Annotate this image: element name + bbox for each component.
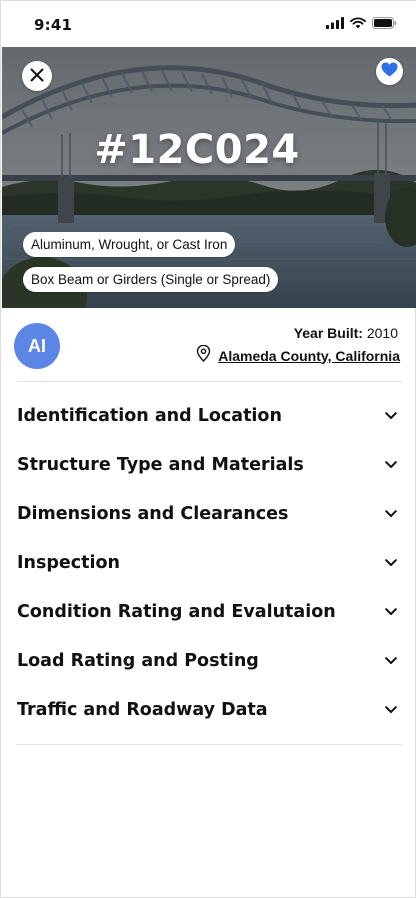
chevron-down-icon bbox=[384, 507, 398, 521]
section-label: Condition Rating and Evalutaion bbox=[17, 601, 336, 622]
section-condition-rating[interactable]: Condition Rating and Evalutaion bbox=[17, 587, 402, 636]
status-icons bbox=[326, 17, 397, 29]
section-traffic-roadway[interactable]: Traffic and Roadway Data bbox=[17, 685, 402, 734]
material-tag: Aluminum, Wrought, or Cast Iron bbox=[23, 232, 236, 257]
location-link[interactable]: Alameda County, California bbox=[196, 344, 400, 366]
year-built-value: 2010 bbox=[366, 325, 398, 341]
section-label: Inspection bbox=[17, 552, 121, 573]
favorite-button[interactable] bbox=[376, 58, 403, 85]
section-structure-type-materials[interactable]: Structure Type and Materials bbox=[17, 440, 402, 489]
design-type-tag: Box Beam or Girders (Single or Spread) bbox=[23, 267, 279, 292]
chevron-down-icon bbox=[384, 605, 398, 619]
section-accordion: Identification and Location Structure Ty… bbox=[17, 391, 402, 734]
location-text: Alameda County, California bbox=[218, 347, 400, 364]
section-label: Structure Type and Materials bbox=[17, 454, 304, 475]
chevron-down-icon bbox=[384, 654, 398, 668]
chevron-down-icon bbox=[384, 458, 398, 472]
chevron-down-icon bbox=[384, 409, 398, 423]
map-pin-icon bbox=[196, 344, 211, 366]
section-dimensions-clearances[interactable]: Dimensions and Clearances bbox=[17, 489, 402, 538]
year-built: Year Built: 2010 bbox=[294, 325, 398, 341]
year-built-label: Year Built: bbox=[293, 325, 363, 341]
section-label: Dimensions and Clearances bbox=[17, 503, 289, 524]
chevron-down-icon bbox=[384, 556, 398, 570]
section-inspection[interactable]: Inspection bbox=[17, 538, 402, 587]
divider bbox=[17, 744, 402, 745]
battery-icon bbox=[372, 17, 397, 29]
ai-avatar[interactable]: AI bbox=[14, 323, 60, 369]
section-load-rating-posting[interactable]: Load Rating and Posting bbox=[17, 636, 402, 685]
hero-image: #12C024 Aluminum, Wrought, or Cast Iron … bbox=[2, 47, 416, 308]
app-frame: 9:41 #12C024 Aluminum, Wrought, or Cast … bbox=[0, 0, 416, 898]
divider bbox=[17, 381, 402, 382]
section-label: Load Rating and Posting bbox=[17, 650, 259, 671]
status-bar: 9:41 bbox=[1, 1, 416, 47]
section-identification-location[interactable]: Identification and Location bbox=[17, 391, 402, 440]
heart-icon bbox=[381, 62, 398, 81]
close-button[interactable] bbox=[22, 61, 52, 91]
status-time: 9:41 bbox=[34, 16, 73, 34]
chevron-down-icon bbox=[384, 703, 398, 717]
signal-icon bbox=[326, 17, 344, 29]
section-label: Identification and Location bbox=[17, 405, 282, 426]
section-label: Traffic and Roadway Data bbox=[17, 699, 268, 720]
bridge-id-title: #12C024 bbox=[94, 127, 300, 173]
wifi-icon bbox=[350, 17, 366, 29]
close-icon bbox=[30, 67, 44, 86]
